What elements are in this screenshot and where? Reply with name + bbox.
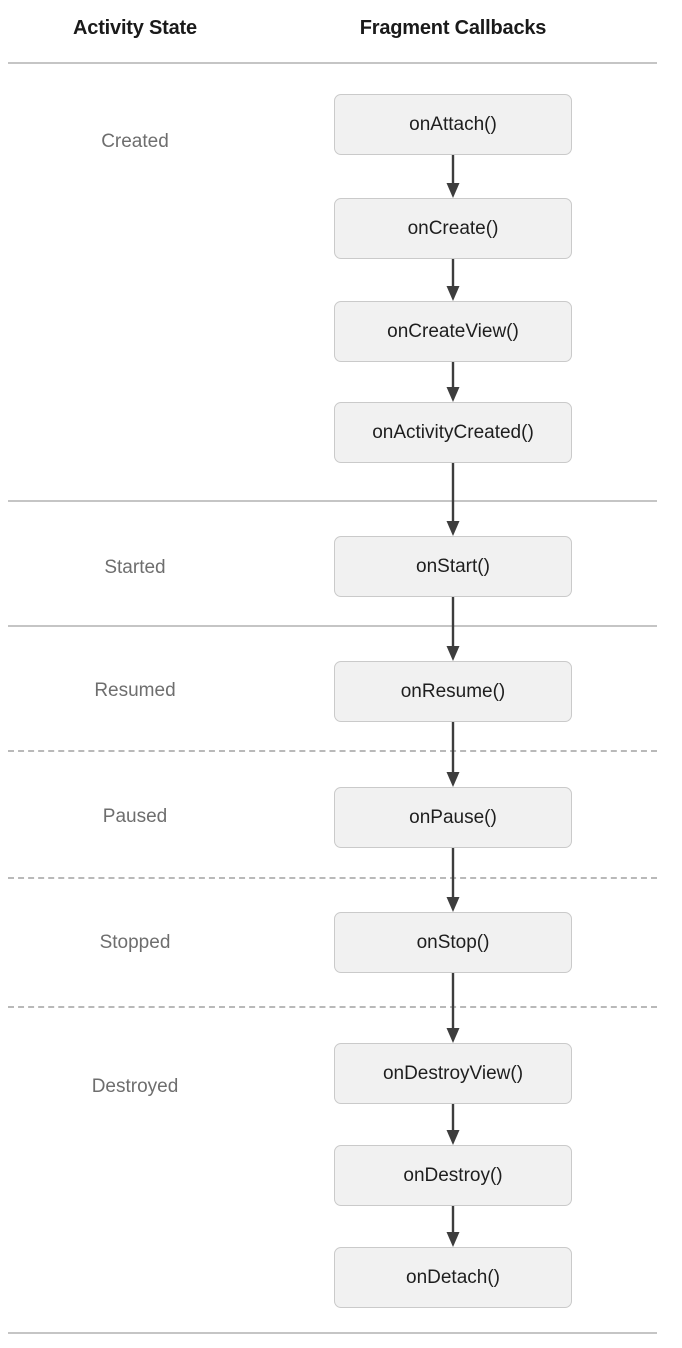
arrow-oncreate-to-oncreateview [440, 259, 466, 301]
state-label-resumed: Resumed [94, 680, 176, 701]
column-header-activity-state: Activity State [73, 17, 197, 39]
state-label-stopped: Stopped [99, 932, 171, 953]
fragment-lifecycle-diagram: Activity State Fragment Callbacks Create… [0, 0, 682, 1348]
arrow-onstart-to-onresume [440, 597, 466, 661]
arrow-onstop-to-ondestroyview [440, 973, 466, 1043]
arrow-onattach-to-oncreate [440, 155, 466, 198]
callback-box-ondestroyview[interactable]: onDestroyView() [334, 1043, 572, 1104]
callback-box-oncreateview[interactable]: onCreateView() [334, 301, 572, 362]
separator-destroyed [8, 1006, 657, 1008]
callback-box-onresume[interactable]: onResume() [334, 661, 572, 722]
arrow-oncreateview-to-onactivitycreated [440, 362, 466, 402]
callback-box-onstop[interactable]: onStop() [334, 912, 572, 973]
separator-bottom [8, 1332, 657, 1334]
arrow-ondestroy-to-ondetach [440, 1206, 466, 1247]
arrow-ondestroyview-to-ondestroy [440, 1104, 466, 1145]
state-label-paused: Paused [102, 806, 168, 827]
callback-box-ondetach[interactable]: onDetach() [334, 1247, 572, 1308]
callback-box-oncreate[interactable]: onCreate() [334, 198, 572, 259]
callback-box-onstart[interactable]: onStart() [334, 536, 572, 597]
callback-box-onactivitycreated[interactable]: onActivityCreated() [334, 402, 572, 463]
arrow-onpause-to-onstop [440, 848, 466, 912]
state-label-started: Started [104, 557, 166, 578]
arrow-onresume-to-onpause [440, 722, 466, 787]
separator-resumed [8, 625, 657, 627]
callback-box-ondestroy[interactable]: onDestroy() [334, 1145, 572, 1206]
arrow-onactivitycreated-to-onstart [440, 463, 466, 536]
callback-box-onattach[interactable]: onAttach() [334, 94, 572, 155]
separator-started [8, 500, 657, 502]
callback-box-onpause[interactable]: onPause() [334, 787, 572, 848]
separator-created [8, 62, 657, 64]
state-label-destroyed: Destroyed [91, 1076, 179, 1097]
column-header-fragment-callbacks: Fragment Callbacks [359, 17, 547, 39]
separator-paused [8, 750, 657, 752]
separator-stopped [8, 877, 657, 879]
state-label-created: Created [101, 131, 169, 152]
